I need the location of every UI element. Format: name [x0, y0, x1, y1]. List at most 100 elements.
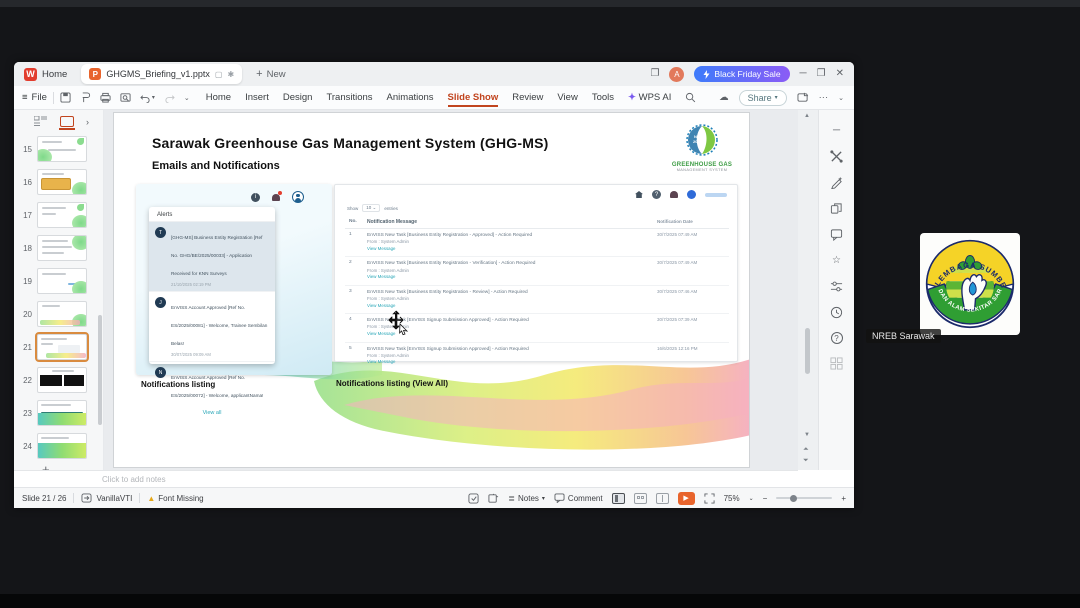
fullscreen-icon[interactable] — [704, 492, 715, 504]
home-tab[interactable]: W Home — [14, 62, 81, 86]
promo-button[interactable]: Black Friday Sale — [694, 66, 790, 82]
zoom-out-button[interactable]: − — [763, 494, 768, 503]
search-icon[interactable] — [685, 92, 696, 103]
collapse-panel-icon[interactable]: › — [86, 117, 89, 127]
toolbar-more-icon[interactable]: ⌄ — [184, 94, 190, 102]
menu-animations[interactable]: Animations — [387, 88, 434, 107]
save-icon[interactable] — [60, 92, 71, 103]
restore-button[interactable]: ❐ — [817, 69, 826, 79]
notification-table: No. Notification Message Notification Da… — [345, 216, 729, 370]
scrollbar-thumb[interactable] — [805, 328, 810, 374]
info-icon: i — [251, 192, 260, 202]
thumbnail-20[interactable]: 20 — [14, 301, 100, 327]
settings-sliders-icon[interactable] — [830, 280, 843, 293]
cloud-sync-icon[interactable]: ☁ — [719, 92, 729, 103]
undo-button[interactable]: ▾ — [140, 93, 155, 103]
view-message-link: View Message — [367, 245, 396, 251]
menu-wps-ai[interactable]: ✦ WPS AI — [628, 88, 671, 107]
collapse-ribbon-icon[interactable]: ⌄ — [838, 94, 844, 102]
menu-slide-show[interactable]: Slide Show — [447, 88, 498, 107]
design-assistant-icon[interactable] — [830, 176, 843, 189]
task-window-icon[interactable] — [797, 92, 809, 103]
thumbnail-22[interactable]: 22 — [14, 367, 100, 393]
thumbnail-17[interactable]: 17 — [14, 202, 100, 228]
objects-icon[interactable] — [830, 202, 843, 215]
comment-button[interactable]: Comment — [554, 493, 603, 503]
menu-insert[interactable]: Insert — [245, 88, 269, 107]
thumbnail-21-selected[interactable]: 21 — [14, 332, 100, 362]
scroll-up-icon[interactable]: ▲ — [804, 113, 810, 119]
mouse-cursor — [388, 310, 409, 336]
menu-tools[interactable]: Tools — [592, 88, 614, 107]
participant-video-tile[interactable]: LEMBAGA SUMBER ASLI DAN ALAM SEKITAR SAR… — [920, 233, 1020, 335]
canvas-scrollbar[interactable]: ▲ ▼ ⏶ ⏷ — [798, 110, 818, 470]
zoom-slider-handle[interactable] — [790, 494, 798, 502]
reading-view-button[interactable] — [655, 492, 669, 504]
help-icon[interactable]: ? — [830, 332, 843, 344]
print-icon[interactable] — [100, 92, 111, 103]
thumbnail-15[interactable]: 15 — [14, 136, 100, 162]
alert-avatar: J — [155, 297, 166, 308]
tab-modified-icon: ✱ — [227, 69, 235, 79]
menu-design[interactable]: Design — [283, 88, 313, 107]
thumbnail-scrollbar[interactable] — [98, 315, 102, 425]
spellcheck-icon[interactable] — [468, 492, 479, 504]
scroll-down-icon[interactable]: ▼ — [804, 432, 810, 438]
thumbnail-18[interactable]: 18 — [14, 235, 100, 261]
previous-slide-button[interactable]: ⏶ — [803, 446, 809, 454]
next-slide-button[interactable]: ⏷ — [803, 457, 809, 465]
tab-window-icon[interactable]: ▢ — [215, 70, 223, 79]
apps-grid-icon[interactable] — [830, 357, 843, 370]
new-tab-button[interactable]: + New — [256, 68, 285, 80]
page-size-select: 10 ⌄ — [362, 204, 381, 212]
export-pdf-icon[interactable] — [80, 92, 91, 103]
comments-panel-icon[interactable] — [830, 228, 843, 241]
slideshow-play-button[interactable]: ▶ — [677, 491, 695, 505]
thumbnail-16[interactable]: 16 — [14, 169, 100, 195]
close-button[interactable]: ✕ — [836, 69, 844, 79]
collapse-sidebar-icon[interactable]: ─ — [830, 124, 843, 137]
tabs-overview-icon[interactable]: ❐ — [650, 69, 659, 79]
status-bar: Slide 21 / 26 VanillaVTI ▲ Font Missing … — [14, 487, 854, 508]
table-row: 5 EnVISS New Task [EnVISS Signup Submiss… — [349, 345, 698, 365]
star-resources-icon[interactable]: ☆ — [830, 254, 843, 267]
redo-icon[interactable] — [164, 93, 175, 103]
slide-21[interactable]: Sarawak Greenhouse Gas Management System… — [113, 112, 750, 468]
alerts-dropdown: Alerts T [GHG-MS] Business Entity Regist… — [149, 207, 275, 416]
slide-sorter-button[interactable] — [633, 492, 647, 504]
menu-home[interactable]: Home — [206, 88, 231, 107]
font-missing-warning[interactable]: Font Missing — [158, 494, 203, 503]
history-icon[interactable] — [830, 306, 843, 319]
user-avatar[interactable]: A — [669, 66, 685, 82]
minimize-button[interactable]: ─ — [800, 69, 807, 79]
outline-view-icon[interactable] — [34, 116, 48, 127]
menu-review[interactable]: Review — [512, 88, 543, 107]
print-preview-icon[interactable] — [120, 92, 131, 103]
alert-text: [GHG-MS] Business Entity Registration [R… — [171, 235, 263, 276]
alert-avatar: T — [155, 227, 166, 238]
alert-text: EnVISS Account Approved [Ref No. ES/2025… — [171, 305, 268, 346]
notes-bar[interactable]: Click to add notes — [14, 470, 798, 487]
zoom-dropdown-icon[interactable]: ⌄ — [749, 495, 754, 502]
normal-view-button[interactable] — [611, 492, 625, 504]
menu-view[interactable]: View — [557, 88, 577, 107]
zoom-slider[interactable] — [776, 494, 833, 502]
more-options-icon[interactable]: ··· — [819, 92, 829, 103]
slide-view-icon[interactable] — [59, 116, 75, 130]
menu-transitions[interactable]: Transitions — [326, 88, 372, 107]
document-tab[interactable]: P GHGMS_Briefing_v1.pptx ▢ ✱ — [81, 64, 243, 84]
thumbnail-24[interactable]: 24 — [14, 433, 100, 459]
thumbnail-19[interactable]: 19 — [14, 268, 100, 294]
theme-icon — [81, 493, 92, 503]
user-avatar-icon — [687, 190, 696, 199]
theme-name[interactable]: VanillaVTI — [96, 494, 132, 503]
alert-avatar: N — [155, 367, 166, 378]
zoom-level[interactable]: 75% — [724, 494, 740, 503]
share-button[interactable]: Share ▾ — [738, 89, 787, 106]
thumbnail-23[interactable]: 23 — [14, 400, 100, 426]
notes-toggle[interactable]: ≣ Notes ▾ — [508, 494, 545, 503]
tools-icon[interactable] — [830, 150, 843, 163]
handout-master-icon[interactable] — [488, 493, 499, 504]
zoom-in-button[interactable]: + — [841, 494, 846, 503]
file-menu[interactable]: ≡ File — [22, 92, 47, 103]
